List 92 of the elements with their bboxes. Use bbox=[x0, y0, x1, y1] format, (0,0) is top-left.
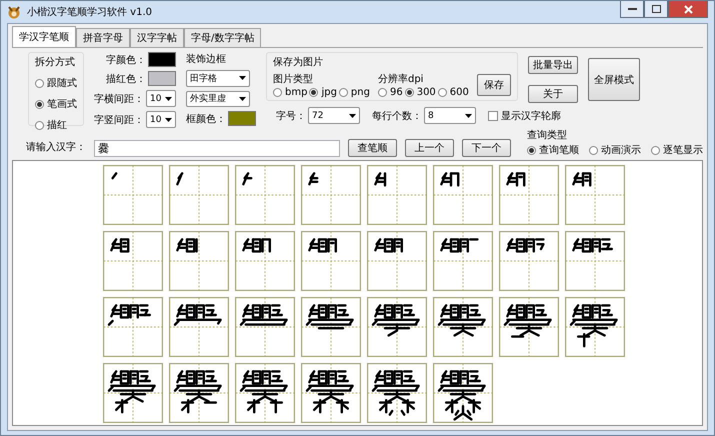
caret-icon bbox=[165, 96, 172, 100]
caret-icon bbox=[239, 96, 246, 101]
stroke-step-drawing bbox=[235, 165, 295, 225]
stroke-step-drawing bbox=[433, 363, 493, 423]
stroke-step-drawing bbox=[169, 297, 229, 357]
fullscreen-button[interactable]: 全屏模式 bbox=[588, 58, 640, 101]
stroke-step-drawing bbox=[565, 231, 625, 291]
stroke-step-drawing bbox=[565, 297, 625, 357]
color-swatch[interactable] bbox=[148, 71, 176, 86]
field-label: 每行个数： bbox=[372, 110, 422, 122]
minimize-button[interactable] bbox=[620, 1, 644, 18]
radio-button[interactable]: 跟随式 bbox=[35, 76, 77, 90]
color-swatch[interactable] bbox=[148, 52, 176, 67]
stroke-step-drawing bbox=[433, 165, 493, 225]
close-button[interactable] bbox=[668, 1, 708, 18]
caret-icon bbox=[349, 114, 356, 118]
radio-button[interactable]: 动画演示 bbox=[589, 143, 641, 157]
radio-button[interactable]: 逐笔显示 bbox=[651, 143, 703, 157]
stroke-step-drawing bbox=[103, 363, 163, 423]
stroke-step-drawing bbox=[169, 231, 229, 291]
stroke-step-drawing bbox=[235, 297, 295, 357]
stroke-step-drawing bbox=[103, 165, 163, 225]
stroke-step-drawing bbox=[103, 231, 163, 291]
radio-button[interactable]: 300 bbox=[404, 87, 436, 98]
stroke-step-drawing bbox=[235, 363, 295, 423]
stroke-step-drawing bbox=[169, 165, 229, 225]
tab[interactable]: 字母/数字字帖 bbox=[184, 28, 262, 47]
maximize-icon bbox=[652, 5, 660, 13]
save-button[interactable]: 保存 bbox=[476, 74, 511, 96]
stroke-step-drawing bbox=[367, 165, 427, 225]
radio-button[interactable]: 描红 bbox=[35, 118, 77, 132]
stroke-step-drawing bbox=[499, 165, 559, 225]
stroke-step-drawing bbox=[367, 363, 427, 423]
minimize-icon bbox=[628, 8, 636, 10]
dropdown[interactable]: 8 bbox=[424, 107, 476, 124]
close-icon bbox=[684, 4, 692, 14]
caret-icon bbox=[465, 114, 472, 118]
dropdown[interactable]: 72 bbox=[308, 107, 360, 124]
radio-button[interactable]: png bbox=[338, 87, 370, 98]
field-label: 图片类型 bbox=[273, 72, 314, 86]
stroke-step-drawing bbox=[433, 297, 493, 357]
dropdown[interactable]: 外实里虚 bbox=[186, 90, 250, 107]
caret-icon bbox=[165, 118, 172, 122]
nav-button[interactable]: 下一个 bbox=[462, 139, 511, 157]
field-label: 字横间距： bbox=[94, 92, 144, 106]
character-input[interactable]: 爨 bbox=[94, 140, 340, 157]
field-label: 字号： bbox=[276, 110, 306, 122]
field-label: 字竖间距： bbox=[94, 114, 144, 126]
field-label: 框颜色： bbox=[186, 112, 226, 126]
group-title: 拆分方式 bbox=[35, 56, 76, 69]
about-button[interactable]: 关于 bbox=[528, 85, 578, 103]
dropdown[interactable]: 10 bbox=[146, 90, 176, 107]
dropdown[interactable]: 10 bbox=[146, 111, 176, 128]
stroke-step-drawing bbox=[235, 231, 295, 291]
stroke-step-drawing bbox=[169, 363, 229, 423]
nav-button[interactable]: 查笔顺 bbox=[348, 139, 398, 157]
color-swatch[interactable] bbox=[228, 111, 256, 126]
stroke-step-drawing bbox=[565, 165, 625, 225]
radio-button[interactable]: 笔画式 bbox=[35, 97, 77, 111]
radio-button[interactable]: 查询笔顺 bbox=[527, 143, 579, 157]
stroke-step-drawing bbox=[499, 231, 559, 291]
nav-button[interactable]: 上一个 bbox=[405, 139, 454, 157]
group-title: 查询类型 bbox=[527, 128, 568, 142]
field-label: 分辨率dpi bbox=[378, 72, 424, 86]
radio-button[interactable]: 600 bbox=[438, 87, 469, 98]
outline-checkbox[interactable]: 显示汉字轮廓 bbox=[488, 108, 561, 122]
field-label: 字颜色： bbox=[106, 54, 146, 66]
stroke-step-drawing bbox=[367, 231, 427, 291]
tab[interactable]: 学汉字笔顺 bbox=[12, 26, 76, 47]
stroke-step-drawing bbox=[301, 363, 361, 423]
radio-button[interactable]: jpg bbox=[309, 87, 337, 98]
tab[interactable]: 汉字字帖 bbox=[130, 28, 184, 47]
stroke-step-drawing bbox=[499, 297, 559, 357]
field-label: 请输入汉字： bbox=[26, 140, 86, 155]
stroke-step-drawing bbox=[301, 297, 361, 357]
group-title: 保存为图片 bbox=[273, 56, 324, 69]
stroke-step-drawing bbox=[103, 297, 163, 357]
fox-icon bbox=[7, 5, 21, 19]
group-title: 装饰边框 bbox=[186, 52, 227, 66]
stroke-step-drawing bbox=[433, 231, 493, 291]
maximize-button[interactable] bbox=[644, 1, 668, 18]
window-title: 小楷汉字笔顺学习软件 v1.0 bbox=[27, 6, 153, 19]
radio-button[interactable]: bmp bbox=[273, 87, 308, 98]
export-button[interactable]: 批量导出 bbox=[528, 56, 578, 74]
stroke-step-drawing bbox=[367, 297, 427, 357]
stroke-step-drawing bbox=[301, 165, 361, 225]
stroke-step-drawing bbox=[301, 231, 361, 291]
caret-icon bbox=[239, 76, 246, 80]
dropdown[interactable]: 田字格 bbox=[186, 70, 250, 86]
field-label: 描红色： bbox=[106, 72, 146, 86]
radio-button[interactable]: 96 bbox=[378, 87, 403, 98]
tab[interactable]: 拼音字母 bbox=[76, 28, 130, 47]
